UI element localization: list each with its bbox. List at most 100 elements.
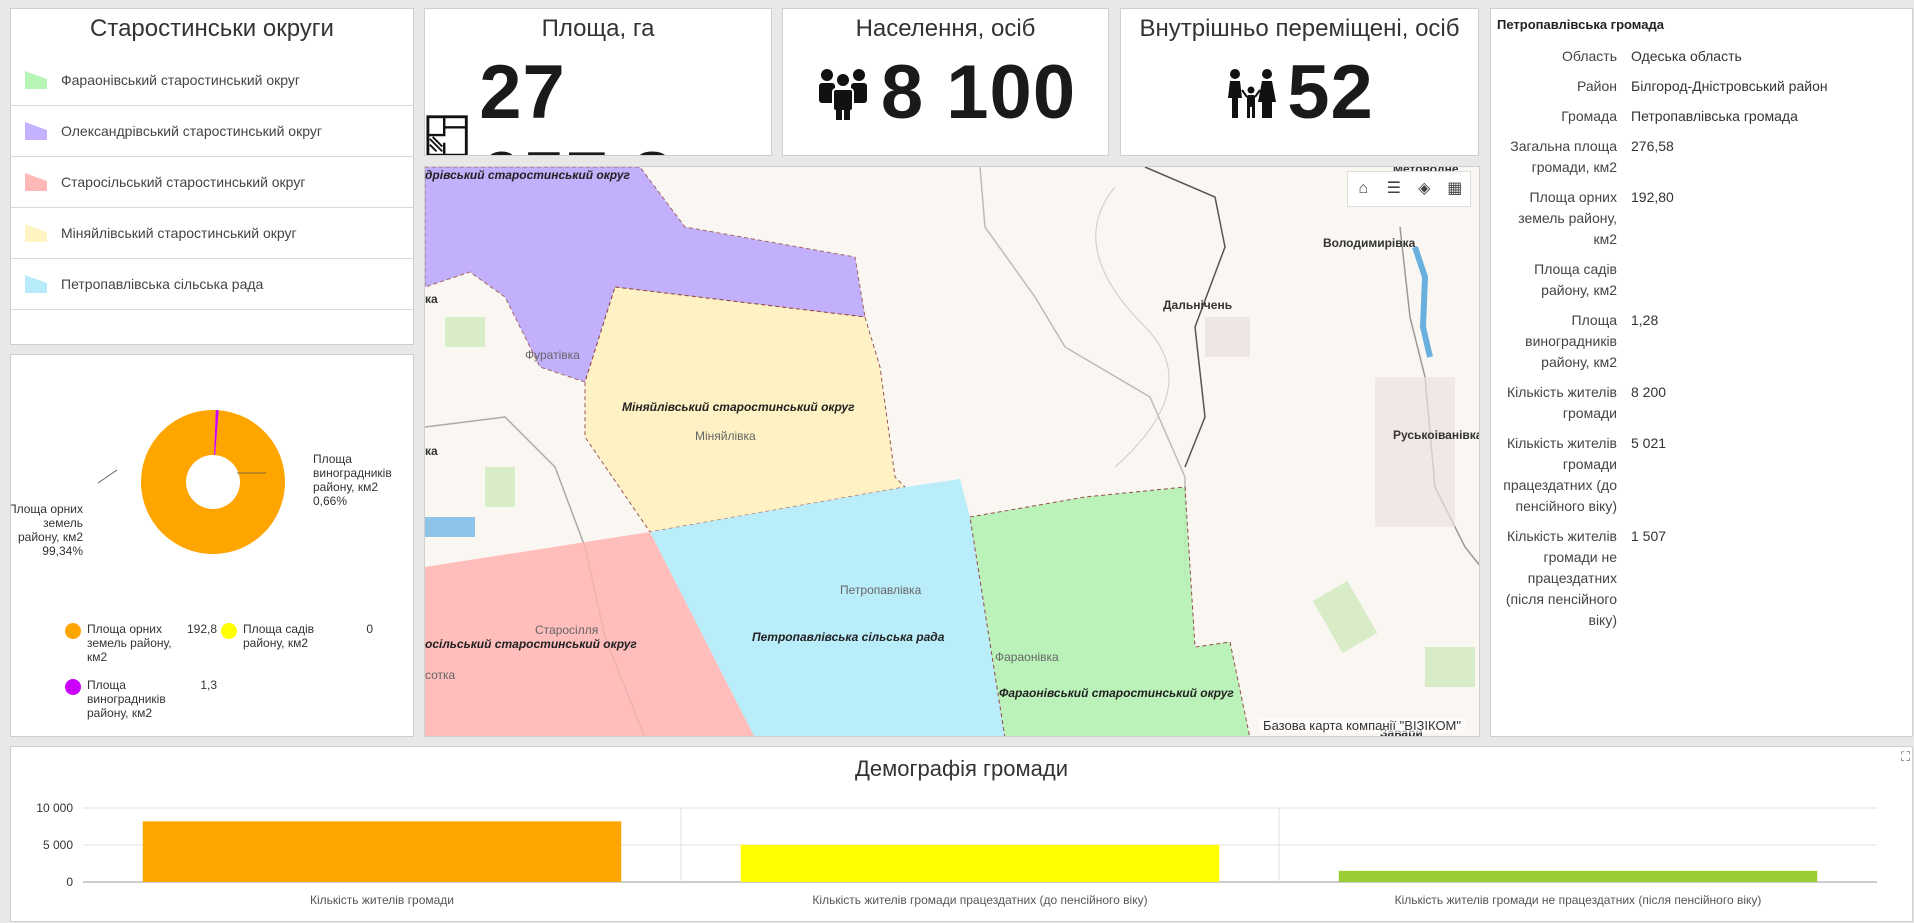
map-label-starosilskyi: осільський старостинський округ <box>425 637 637 651</box>
x-category-label: Кількість жителів громади працездатних (… <box>812 893 1147 907</box>
legend-item-label: Фараонівський старостинський округ <box>61 72 301 88</box>
info-value: Білгород-Дністровський район <box>1631 78 1828 94</box>
info-row: Площа виноградників району, км2 1,28 <box>1491 310 1828 382</box>
slice-label-arable-line1: Площа орних <box>11 502 83 516</box>
legend-swatch <box>25 71 47 89</box>
legend-list-icon[interactable]: ☰ <box>1383 178 1405 200</box>
map-place-ka-2: ка <box>425 444 438 458</box>
legend-item-faraonivskyi[interactable]: Фараонівський старостинський округ <box>11 55 413 106</box>
population-kpi-title: Населення, осіб <box>855 15 1036 42</box>
info-value <box>1631 259 1828 310</box>
info-row: Кількість жителів громади не працездатни… <box>1491 526 1828 640</box>
population-kpi-card: Населення, осіб 8 100 <box>782 8 1109 156</box>
donut-slice-0[interactable] <box>141 410 285 554</box>
map-place-ruskoivanivka: Руськоіванівка <box>1393 428 1480 442</box>
map-field <box>1425 647 1475 687</box>
map-road <box>1095 186 1170 468</box>
y-tick-label: 0 <box>66 875 73 889</box>
map-view[interactable]: дрівський старостинський округ Міняйлівс… <box>424 166 1480 737</box>
info-value: 5 021 <box>1631 435 1667 451</box>
donut-legend-name: Площа виноградників району, км2 <box>87 678 166 720</box>
info-key: Громада <box>1561 108 1617 124</box>
info-title: Петропавлівська громада <box>1497 17 1664 32</box>
map-label-petropavlivska: Петропавлівська сільська рада <box>752 630 945 644</box>
info-key: Область <box>1562 48 1617 64</box>
map-place-minyailivka: Міняйлівка <box>695 429 756 443</box>
map-place-faraonivka: Фараонівка <box>995 650 1059 664</box>
donut-legend-name: Площа садів району, км2 <box>243 622 315 650</box>
info-value: Петропавлівська громада <box>1631 108 1798 124</box>
population-kpi-value: 8 100 <box>880 50 1077 135</box>
demography-bar-0[interactable] <box>142 821 622 882</box>
slice-label-vineyards-line3: району, км2 <box>313 480 378 494</box>
map-label-faraonivskyi: Фараонівський старостинський округ <box>999 686 1234 700</box>
map-toolbar: ⌂ ☰ ◈ ▦ <box>1347 171 1471 207</box>
info-row: Площа орних земель району, км2 192,80 <box>1491 187 1828 259</box>
legend-item-minyailivskyi[interactable]: Міняйлівський старостинський округ <box>11 208 413 259</box>
slice-label-arable-line3: району, км2 <box>18 530 83 544</box>
map-field <box>1312 581 1378 653</box>
y-tick-label: 10 000 <box>36 801 73 815</box>
info-value: 276,58 <box>1631 138 1674 154</box>
info-value: 1 507 <box>1631 528 1667 544</box>
map-label-oleksandrivskyi: дрівський старостинський округ <box>425 168 630 182</box>
legend-title: Старостинськи округи <box>90 15 334 42</box>
legend-list: Фараонівський старостинський округ Олекс… <box>11 55 413 310</box>
x-category-label: Кількість жителів громади не працездатни… <box>1395 893 1762 907</box>
map-place-ka-1: ка <box>425 292 438 306</box>
legend-item-starosilskyi[interactable]: Старосільський старостинський округ <box>11 157 413 208</box>
map-place-petropavlivka: Петропавлівка <box>840 583 922 597</box>
area-kpi-card: Площа, га 27 657,8 <box>424 8 772 156</box>
legend-dot <box>65 623 81 639</box>
map-canvas[interactable]: дрівський старостинський округ Міняйлівс… <box>425 167 1480 737</box>
fullscreen-icon[interactable]: ⛶ <box>1901 749 1910 765</box>
info-row: Область Одеська область <box>1491 46 1828 76</box>
slice-label-arable-percent: 99,34% <box>42 544 83 558</box>
slice-label-vineyards-line1: Площа <box>313 452 352 466</box>
settlement-area <box>1375 377 1455 527</box>
legend-dot <box>65 679 81 695</box>
info-key: Кількість жителів громади не працездатни… <box>1505 528 1617 628</box>
legend-dot <box>221 623 237 639</box>
map-place-starosillia: Старосілля <box>535 623 598 637</box>
idp-kpi-title: Внутрішньо переміщені, осіб <box>1139 15 1460 42</box>
legend-item-label: Старосільський старостинський округ <box>61 174 306 190</box>
legend-item-oleksandrivskyi[interactable]: Олександрівський старостинський округ <box>11 106 413 157</box>
info-key: Площа орних земель району, км2 <box>1518 189 1617 247</box>
info-row: Кількість жителів громади 8 200 <box>1491 382 1828 433</box>
info-row: Кількість жителів громади працездатних (… <box>1491 433 1828 526</box>
info-key: Район <box>1577 78 1617 94</box>
slice-label-vineyards-percent: 0,66% <box>313 494 347 508</box>
layers-icon[interactable]: ◈ <box>1413 178 1435 200</box>
demography-bar-chart: 0 5 000 10 000 Кількість жителів громади Кіл… <box>36 801 1877 907</box>
legend-item-petropavlivska[interactable]: Петропавлівська сільська рада <box>11 259 413 310</box>
y-tick-label: 5 000 <box>43 838 73 852</box>
info-value: 1,28 <box>1631 312 1659 328</box>
donut-legend-gardens[interactable]: Площа садів району, км2 0 <box>221 622 373 650</box>
legend-item-label: Петропавлівська сільська рада <box>61 276 264 292</box>
map-attribution: Базова карта компанії "ВІЗІКОМ" <box>1259 718 1465 733</box>
floor-plan-icon <box>426 115 468 155</box>
home-icon[interactable]: ⌂ <box>1352 178 1374 200</box>
info-key: Площа виноградників району, км2 <box>1525 312 1617 370</box>
donut-legend-arable[interactable]: Площа орних земель району, км2 192,8 <box>65 622 217 664</box>
family-icon <box>1228 68 1277 118</box>
demography-bar-2[interactable] <box>1338 870 1818 882</box>
donut-legend-vineyards[interactable]: Площа виноградників району, км2 1,3 <box>65 678 217 720</box>
info-value: 192,80 <box>1631 189 1674 205</box>
slice-label-arable-line2: земель <box>43 516 83 530</box>
area-kpi-value: 27 657,8 <box>479 50 673 155</box>
info-value: 8 200 <box>1631 384 1667 400</box>
donut-legend-value: 0 <box>366 622 373 636</box>
donut-legend-value: 192,8 <box>186 622 217 636</box>
legend-swatch <box>25 173 47 191</box>
map-place-volodymyrivka: Володимирівка <box>1323 236 1416 250</box>
info-row: Загальна площа громади, км2 276,58 <box>1491 136 1828 187</box>
map-field <box>485 467 515 507</box>
idp-kpi-card: Внутрішньо переміщені, осіб 52 <box>1120 8 1479 156</box>
demography-bar-1[interactable] <box>740 844 1220 882</box>
qr-code-icon[interactable]: ▦ <box>1444 178 1466 200</box>
info-row: Площа садів району, км2 <box>1491 259 1828 310</box>
legend-swatch <box>25 224 47 242</box>
district-legend-panel: Старостинськи округи Фараонівський старо… <box>10 8 414 345</box>
